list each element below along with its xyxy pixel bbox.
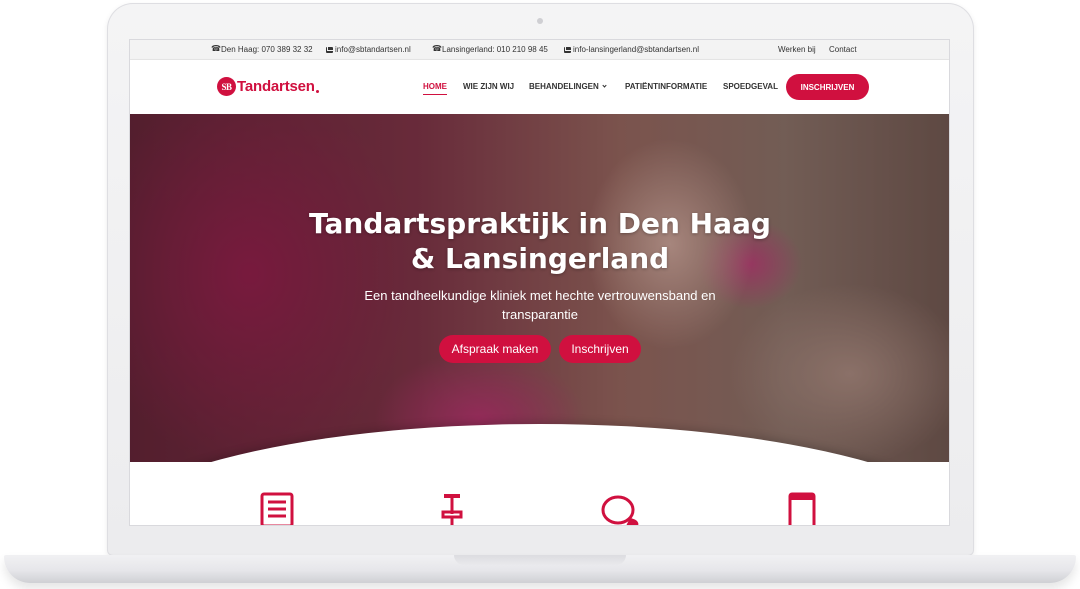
hero-title-line2: & Lansingerland [410, 242, 670, 275]
hero-section: Tandartspraktijk in Den Haag & Lansinger… [130, 114, 949, 462]
camera-icon [537, 18, 543, 24]
werken-bij-link[interactable]: Werken bij [778, 45, 816, 54]
contact-link[interactable]: Contact [829, 45, 857, 54]
afspraak-maken-button[interactable]: Afspraak maken [439, 335, 551, 363]
phone-den-haag-text: Den Haag: 070 389 32 32 [221, 45, 313, 54]
nav-behandelingen[interactable]: BEHANDELINGEN [529, 82, 607, 91]
hero-title: Tandartspraktijk in Den Haag & Lansinger… [240, 206, 840, 276]
phone-den-haag[interactable]: Den Haag: 070 389 32 32 [211, 44, 313, 55]
logo-text: Tandartsen [237, 78, 315, 95]
website-screen: Den Haag: 070 389 32 32 info@sbtandartse… [130, 40, 949, 525]
phone-icon [211, 44, 221, 53]
nav-spoedgeval[interactable]: SPOEDGEVAL [723, 82, 778, 91]
nav-wie-zijn-wij[interactable]: WIE ZIJN WIJ [463, 82, 514, 91]
pin-icon [432, 492, 472, 525]
email-den-haag[interactable]: info@sbtandartsen.nl [326, 45, 411, 54]
document-icon [258, 492, 298, 525]
email-den-haag-text: info@sbtandartsen.nl [335, 45, 411, 54]
inschrijven-hero-button[interactable]: Inschrijven [559, 335, 641, 363]
logo-dot [315, 89, 319, 93]
mail-icon [564, 46, 571, 53]
nav-behandelingen-label: BEHANDELINGEN [529, 82, 599, 91]
laptop-notch [454, 555, 626, 565]
phone-lansingerland[interactable]: Lansingerland: 010 210 98 45 [432, 44, 548, 55]
top-bar: Den Haag: 070 389 32 32 info@sbtandartse… [130, 40, 949, 60]
inschrijven-nav-button[interactable]: INSCHRIJVEN [786, 74, 869, 100]
hero-title-line1: Tandartspraktijk in Den Haag [309, 207, 771, 240]
hero-subtitle: Een tandheelkundige kliniek met hechte v… [364, 288, 716, 322]
logo-badge: SB [217, 77, 236, 96]
main-nav: SB Tandartsen HOME WIE ZIJN WIJ BEHANDEL… [130, 60, 949, 114]
nav-patientinformatie[interactable]: PATIËNTINFORMATIE [625, 82, 707, 91]
chevron-down-icon [602, 83, 607, 88]
mobile-icon [782, 492, 822, 525]
mail-icon [326, 46, 333, 53]
logo[interactable]: SB Tandartsen [217, 77, 319, 96]
email-lansingerland-text: info-lansingerland@sbtandartsen.nl [573, 45, 699, 54]
nav-home[interactable]: HOME [423, 82, 447, 95]
phone-lansingerland-text: Lansingerland: 010 210 98 45 [442, 45, 548, 54]
chat-icon [600, 492, 640, 525]
email-lansingerland[interactable]: info-lansingerland@sbtandartsen.nl [564, 45, 699, 54]
phone-icon [432, 44, 442, 53]
